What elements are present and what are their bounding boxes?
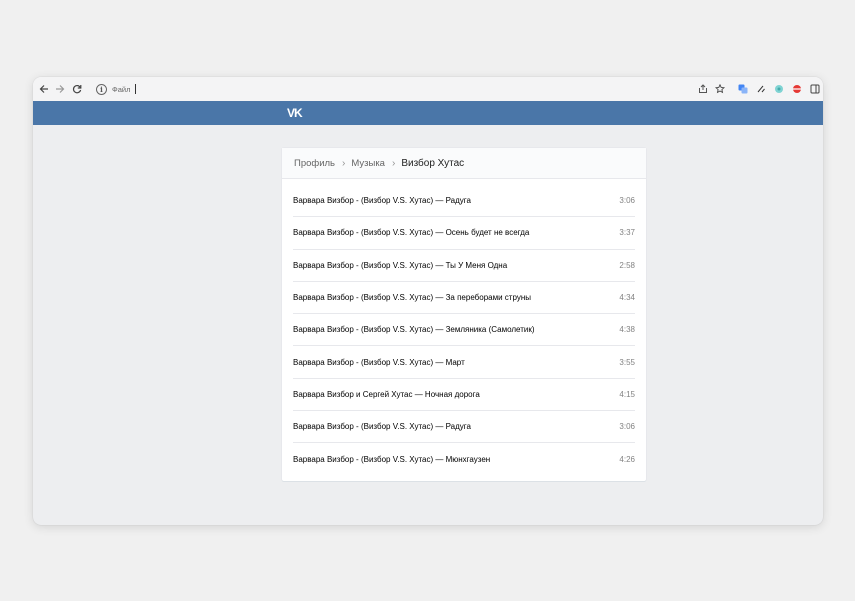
vk-logo[interactable]: VK (287, 107, 303, 119)
track-duration: 4:15 (619, 389, 635, 399)
track-row[interactable]: Варвара Визбор - (Визбор V.S. Хутас) — М… (293, 443, 635, 475)
track-list: Варвара Визбор - (Визбор V.S. Хутас) — Р… (282, 179, 646, 476)
track-title: Варвара Визбор - (Визбор V.S. Хутас) — Т… (293, 260, 508, 270)
track-row[interactable]: Варвара Визбор - (Визбор V.S. Хутас) — Р… (293, 411, 635, 444)
chevron-right-icon: › (391, 157, 396, 169)
sidepanel-icon[interactable] (808, 82, 822, 96)
address-scheme: Файл (112, 84, 131, 94)
breadcrumb-music-link[interactable]: Музыка (351, 158, 385, 169)
star-icon[interactable] (713, 82, 727, 96)
track-title: Варвара Визбор - (Визбор V.S. Хутас) — Р… (293, 196, 471, 206)
track-duration: 3:06 (619, 196, 635, 206)
forward-arrow-icon[interactable] (53, 82, 67, 96)
breadcrumb-current: Визбор Хутас (401, 157, 465, 169)
track-duration: 4:38 (619, 325, 635, 335)
track-row[interactable]: Варвара Визбор - (Визбор V.S. Хутас) — З… (293, 314, 635, 347)
playlist-card: Профиль › Музыка › Визбор Хутас Варвара … (282, 148, 646, 481)
translate-icon[interactable] (736, 82, 750, 96)
extension-icon[interactable] (790, 82, 804, 96)
pen-icon[interactable] (754, 82, 768, 96)
track-duration: 3:06 (619, 422, 635, 432)
track-row[interactable]: Варвара Визбор - (Визбор V.S. Хутас) — О… (293, 217, 635, 250)
track-duration: 4:34 (619, 293, 635, 303)
track-title: Варвара Визбор - (Визбор V.S. Хутас) — З… (293, 293, 531, 303)
address-bar[interactable]: i Файл (91, 80, 691, 98)
track-title: Варвара Визбор - (Визбор V.S. Хутас) — Р… (293, 422, 471, 432)
text-caret (135, 84, 137, 94)
extension-icon[interactable] (772, 82, 786, 96)
reload-icon[interactable] (70, 82, 84, 96)
track-row[interactable]: Варвара Визбор и Сергей Хутас — Ночная д… (293, 379, 635, 412)
track-row[interactable]: Варвара Визбор - (Визбор V.S. Хутас) — З… (293, 282, 635, 315)
track-title: Варвара Визбор - (Визбор V.S. Хутас) — З… (293, 325, 535, 335)
track-duration: 4:26 (619, 455, 635, 465)
info-icon[interactable]: i (96, 83, 107, 95)
track-title: Варвара Визбор - (Визбор V.S. Хутас) — М… (293, 357, 465, 367)
breadcrumb: Профиль › Музыка › Визбор Хутас (282, 148, 646, 179)
track-row[interactable]: Варвара Визбор - (Визбор V.S. Хутас) — Т… (293, 250, 635, 282)
share-icon[interactable] (696, 82, 710, 96)
track-title: Варвара Визбор и Сергей Хутас — Ночная д… (293, 389, 480, 399)
track-row[interactable]: Варвара Визбор - (Визбор V.S. Хутас) — М… (293, 346, 635, 379)
browser-window: i Файл VK Профиль › Музыка › Визбор Хута… (33, 77, 823, 525)
breadcrumb-profile-link[interactable]: Профиль (294, 158, 335, 169)
track-duration: 3:55 (619, 357, 635, 367)
track-title: Варвара Визбор - (Визбор V.S. Хутас) — М… (293, 455, 491, 465)
track-title: Варвара Визбор - (Визбор V.S. Хутас) — О… (293, 228, 530, 238)
vk-header: VK (33, 101, 823, 125)
back-arrow-icon[interactable] (37, 82, 51, 96)
browser-toolbar: i Файл (33, 77, 823, 101)
track-row[interactable]: Варвара Визбор - (Визбор V.S. Хутас) — Р… (293, 185, 635, 218)
track-duration: 3:37 (619, 228, 635, 238)
track-duration: 2:58 (619, 260, 635, 270)
chevron-right-icon: › (342, 157, 346, 169)
